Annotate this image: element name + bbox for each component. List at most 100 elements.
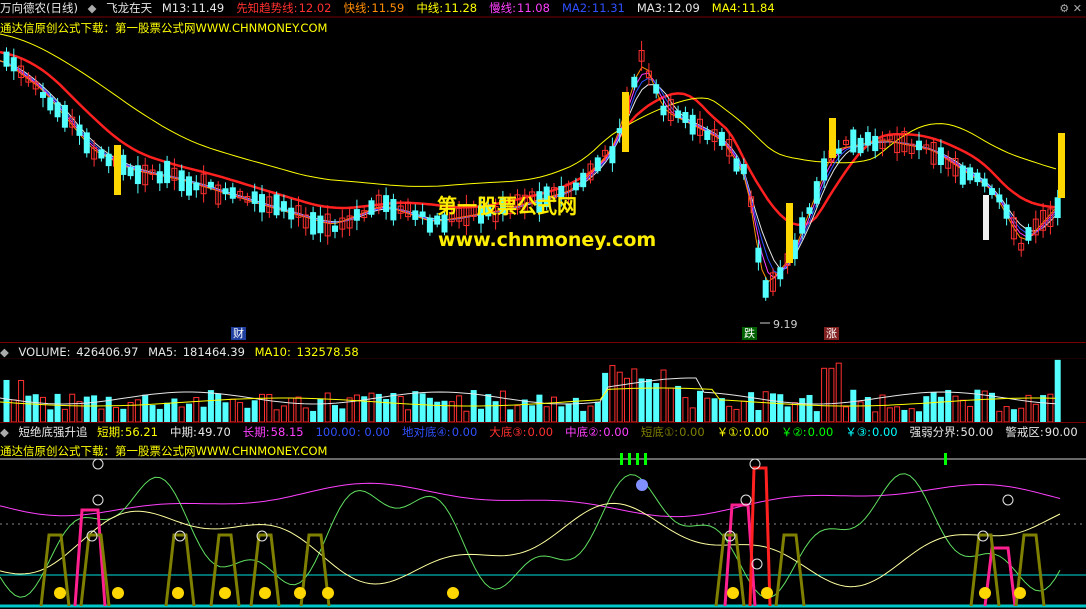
candle-body xyxy=(733,158,740,172)
candle-body xyxy=(259,194,265,213)
volume-bar xyxy=(375,393,382,422)
volume-bar xyxy=(543,406,550,422)
indicator-item-value: 0.00 xyxy=(603,425,629,439)
candle-body xyxy=(777,267,784,280)
smile-icon xyxy=(727,587,739,599)
smile-icon xyxy=(54,587,66,599)
circled-marker xyxy=(92,494,104,506)
volume-bar xyxy=(791,402,798,422)
ma10-value: 132578.58 xyxy=(296,345,359,359)
volume-bar xyxy=(901,409,908,422)
event-tag-zhang[interactable]: 涨 xyxy=(824,327,839,340)
volume-bar xyxy=(134,399,141,422)
indicator-chart[interactable] xyxy=(0,440,1086,609)
candle-body xyxy=(660,105,667,116)
volume-bar xyxy=(215,393,222,422)
volume-bar xyxy=(872,411,879,422)
short-term-line xyxy=(0,473,1061,599)
volume-header: ◆ VOLUME: 426406.97 MA5: 181464.39 MA10:… xyxy=(0,345,365,359)
indicator-item-label: 大底③: xyxy=(489,425,527,439)
indicator-item-value: 0.00 xyxy=(743,425,769,439)
volume-value: 426406.97 xyxy=(76,345,139,359)
candle-body xyxy=(981,178,988,187)
candle-body xyxy=(755,247,762,263)
candle-body xyxy=(40,92,46,98)
candle-body xyxy=(762,280,769,298)
volume-bar xyxy=(368,392,375,422)
smile-icon xyxy=(1014,587,1026,599)
volume-bar xyxy=(631,368,638,422)
indicator-item-label: 强弱分界: xyxy=(909,425,960,439)
volume-bar xyxy=(244,407,251,422)
volume-bar xyxy=(1010,409,1017,422)
candle-body xyxy=(791,239,798,260)
volume-bar xyxy=(324,392,331,422)
volume-bar xyxy=(908,408,915,422)
indicator-item-label: ￥②: xyxy=(780,425,807,439)
volume-chart[interactable] xyxy=(0,358,1086,422)
candle-body xyxy=(251,191,258,204)
candle-body xyxy=(609,146,616,164)
event-tag-die[interactable]: 跌 xyxy=(742,327,757,340)
indicator-item: 短期:56.21 xyxy=(97,425,164,439)
indicator-item-value: 0.00 xyxy=(451,425,478,439)
candle-body xyxy=(156,171,163,184)
ma5-label: MA5: xyxy=(148,345,178,359)
volume-bar xyxy=(317,398,324,422)
volume-bar xyxy=(40,396,46,422)
event-tag-cai[interactable]: 财 xyxy=(231,327,246,340)
candle-body xyxy=(572,182,579,191)
candle-body xyxy=(959,165,966,185)
volume-bar xyxy=(1032,403,1039,422)
volume-bar xyxy=(251,400,258,422)
indicator-item-label: ￥①: xyxy=(716,425,743,439)
indicator-item: 警戒区:90.00 xyxy=(1005,425,1083,439)
volume-bar xyxy=(967,405,974,422)
indicator-item-label: ￥③: xyxy=(845,425,871,439)
circled-marker xyxy=(1002,494,1014,506)
volume-bar xyxy=(864,397,871,422)
volume-bar xyxy=(149,405,156,422)
indicator-collapse-icon[interactable]: ◆ xyxy=(0,425,9,439)
candle-body xyxy=(310,212,317,235)
candle-body xyxy=(916,140,922,151)
volume-bar xyxy=(762,391,769,422)
candle-body xyxy=(682,112,689,123)
smile-icon xyxy=(172,587,184,599)
candle-body xyxy=(850,129,857,153)
indicator-name[interactable]: 短绝底强升追 xyxy=(19,425,88,439)
candle-body xyxy=(813,181,820,204)
volume-bar xyxy=(806,394,813,422)
long-term-line xyxy=(0,482,1061,518)
volume-bar xyxy=(653,383,660,422)
volume-bar xyxy=(448,401,455,422)
smile-icon xyxy=(761,587,773,599)
green-signal-tick xyxy=(636,453,639,465)
volume-bar xyxy=(974,389,981,422)
indicator-item-value: 50.00 xyxy=(960,425,994,439)
smile-icon xyxy=(447,587,459,599)
indicator-item-label: 中期: xyxy=(169,425,197,439)
volume-collapse-icon[interactable]: ◆ xyxy=(0,345,9,359)
volume-bar xyxy=(923,396,930,422)
candle-body xyxy=(273,194,280,216)
candle-body xyxy=(193,182,200,191)
indicator-item: 强弱分界:50.00 xyxy=(910,425,1000,439)
volume-bar xyxy=(894,406,901,422)
indicator-item-value: 49.70 xyxy=(197,425,231,439)
volume-bar xyxy=(886,407,893,422)
volume-bar xyxy=(113,407,119,422)
candle-body xyxy=(54,102,61,118)
green-signal-tick xyxy=(620,453,623,465)
volume-bar xyxy=(288,397,295,422)
indicator-header: ◆ 短绝底强升追 短期:56.21 中期:49.70 长期:58.15 100.00:… xyxy=(0,425,1086,439)
volume-bar xyxy=(339,408,346,422)
price-chart[interactable] xyxy=(0,0,1086,342)
indicator-item: 大底③:0.00 xyxy=(489,425,559,439)
candle-body xyxy=(412,210,419,220)
indicator-item-value: 56.21 xyxy=(125,425,158,439)
indicator-item-label: 短底①: xyxy=(640,425,679,439)
indicator-item-label: 中底②: xyxy=(565,425,603,439)
volume-bar xyxy=(937,396,944,422)
volume-bar xyxy=(697,390,703,422)
